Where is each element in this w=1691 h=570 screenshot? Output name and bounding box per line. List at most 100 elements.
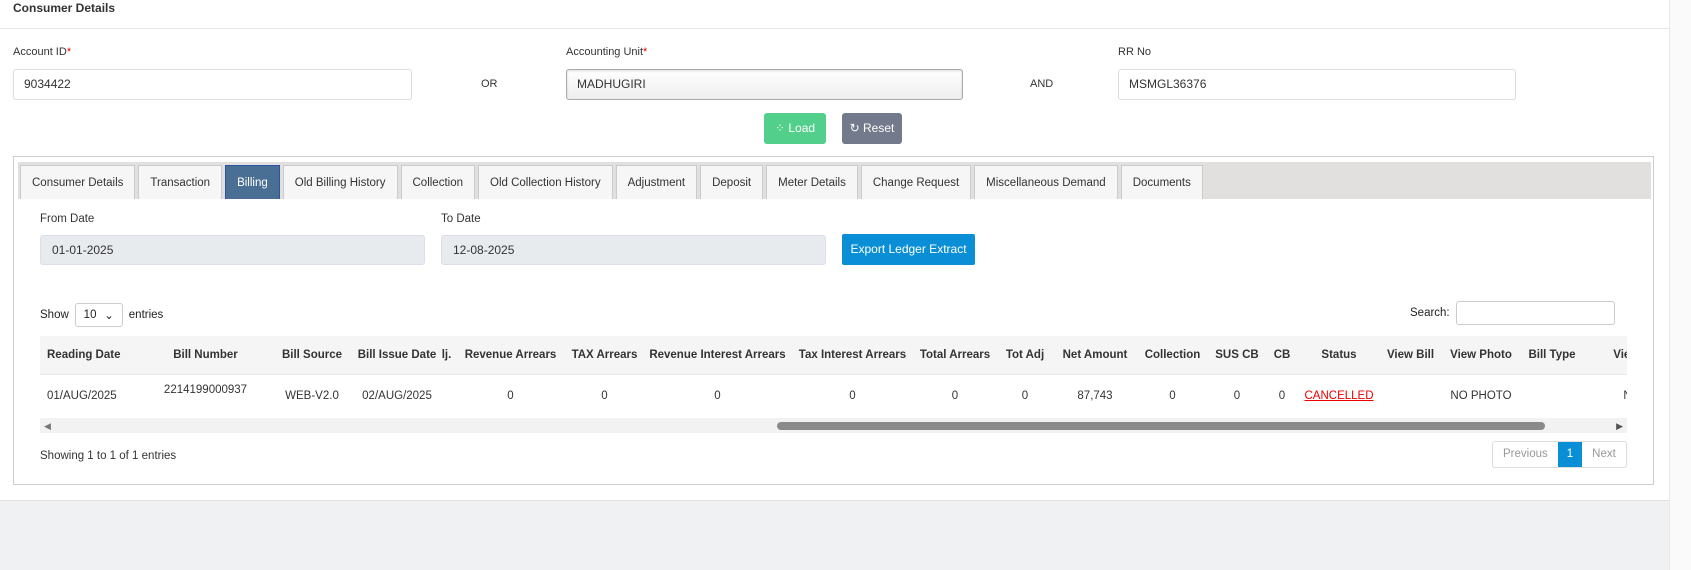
and-label: AND [1030,78,1054,90]
tab-documents[interactable]: Documents [1120,165,1203,199]
table-cell: 87,743 [1052,374,1138,419]
table-row: 01/AUG/2025 2214199000937 WEB-V2.0 02/AUG/2… [40,374,1627,419]
table-cell: NO PHOTO [1440,374,1522,419]
status-link[interactable]: CANCELLED [1304,390,1373,402]
table-cell: 0 [567,374,642,419]
table-header-row: Reading Date Bill Number Bill Source Bill I… [40,336,1627,375]
table-cell: 0 [912,374,998,419]
column-header[interactable]: Bill Issue Date [355,336,439,375]
table-cell: 2214199000937 [142,374,269,419]
entries-value: 10 [83,309,97,321]
to-date-input[interactable]: 12-08-2025 [441,235,826,265]
table-cell: 0 [454,374,567,419]
to-date-label: To Date [441,213,481,225]
column-header[interactable]: View Photo [1440,336,1522,375]
tab-bar: Consumer Details Transaction Billing Old… [18,162,1651,199]
column-header[interactable]: Collection [1138,336,1207,375]
column-header[interactable]: View Bill [1381,336,1440,375]
column-header[interactable]: Reading Date [40,336,142,375]
scrollbar-thumb[interactable] [777,422,1545,430]
billing-table: Reading Date Bill Number Bill Source Bill I… [40,336,1627,419]
consumer-details-card: Consumer Details Account ID* 9034422 OR … [0,0,1669,501]
divider [0,28,1669,29]
search-input[interactable] [1455,301,1615,325]
page-title: Consumer Details [13,1,116,15]
column-header[interactable]: Bill Source [269,336,355,375]
tab-meter-details[interactable]: Meter Details [766,165,858,199]
tab-adjustment[interactable]: Adjustment [615,165,698,199]
tab-transaction[interactable]: Transaction [138,165,223,199]
table-cell: 0 [642,374,793,419]
table-cell: 0 [1267,374,1297,419]
tab-collection[interactable]: Collection [400,165,475,199]
tab-panel: Consumer Details Transaction Billing Old… [13,156,1654,485]
tab-miscellaneous-demand[interactable]: Miscellaneous Demand [974,165,1118,199]
load-label: Load [788,121,816,135]
column-header[interactable]: TAX Arrears [567,336,642,375]
column-header[interactable]: View C [1582,336,1627,375]
tab-consumer-details[interactable]: Consumer Details [20,165,136,199]
accounting-unit-select[interactable]: MADHUGIRI [566,69,963,100]
column-header[interactable]: Bill Number [142,336,269,375]
column-header[interactable]: Status [1297,336,1381,375]
table-cell: 0 [998,374,1052,419]
scroll-left-icon[interactable]: ◀ [44,421,51,432]
table-cell: 01/AUG/2025 [40,374,142,419]
search-label: Search: [1410,307,1450,319]
entries-length: Show 10 ⌄ entries [40,303,163,327]
column-header[interactable]: Revenue Interest Arrears [642,336,793,375]
table-cell: 0 [1207,374,1267,419]
account-id-label: Account ID* [13,46,72,58]
column-header[interactable]: Bill Type [1522,336,1582,375]
refresh-icon: ↻ [849,121,864,135]
load-button[interactable]: ⁘ Load [764,113,826,144]
column-header[interactable]: Total Arrears [912,336,998,375]
column-header[interactable]: Tax Interest Arrears [793,336,912,375]
table-cell [1522,374,1582,419]
chevron-down-icon: ⌄ [104,310,114,322]
column-header[interactable]: Revenue Arrears [454,336,567,375]
tab-old-billing-history[interactable]: Old Billing History [282,165,398,199]
table-cell: NO [1582,374,1627,419]
column-header[interactable]: SUS CB [1207,336,1267,375]
column-header[interactable]: Tot Adj [998,336,1052,375]
next-button[interactable]: Next [1582,442,1626,467]
account-id-input[interactable]: 9034422 [13,69,412,100]
table-cell [1381,374,1440,419]
table-cell: 0 [793,374,912,419]
tab-deposit[interactable]: Deposit [700,165,764,199]
table-search: Search: [1410,301,1615,325]
table-cell: WEB-V2.0 [269,374,355,419]
entries-label: entries [128,309,164,321]
column-header[interactable]: lj. [439,336,454,375]
horizontal-scrollbar[interactable]: ◀ ▶ [40,418,1627,433]
tab-change-request[interactable]: Change Request [860,165,972,199]
entries-select[interactable]: 10 ⌄ [74,303,123,327]
column-header[interactable]: Net Amount [1052,336,1138,375]
table-cell: 0 [1138,374,1207,419]
previous-button[interactable]: Previous [1493,442,1558,467]
pagination: Previous 1 Next [1492,441,1627,468]
page-scrollbar[interactable] [1669,0,1691,570]
table-cell [439,374,454,419]
page-1-button[interactable]: 1 [1557,442,1583,467]
table-cell: 02/AUG/2025 [355,374,439,419]
accounting-unit-label: Accounting Unit* [566,46,648,58]
tab-billing[interactable]: Billing [225,165,280,199]
table-cell: CANCELLED [1297,374,1381,419]
from-date-label: From Date [40,213,95,225]
rr-no-label: RR No [1118,46,1152,58]
spinner-icon: ⁘ [774,121,789,135]
column-header[interactable]: CB [1267,336,1297,375]
tab-old-collection-history[interactable]: Old Collection History [478,165,613,199]
from-date-input[interactable]: 01-01-2025 [40,235,425,265]
scroll-right-icon[interactable]: ▶ [1616,421,1623,432]
or-label: OR [481,78,498,90]
export-ledger-extract-button[interactable]: Export Ledger Extract [842,234,975,265]
reset-label: Reset [863,121,895,135]
show-label: Show [40,309,69,321]
reset-button[interactable]: ↻ Reset [842,113,902,144]
billing-table-wrapper: Reading Date Bill Number Bill Source Bill I… [40,336,1627,419]
table-info: Showing 1 to 1 of 1 entries [40,450,177,462]
rr-no-input[interactable]: MSMGL36376 [1118,69,1516,100]
